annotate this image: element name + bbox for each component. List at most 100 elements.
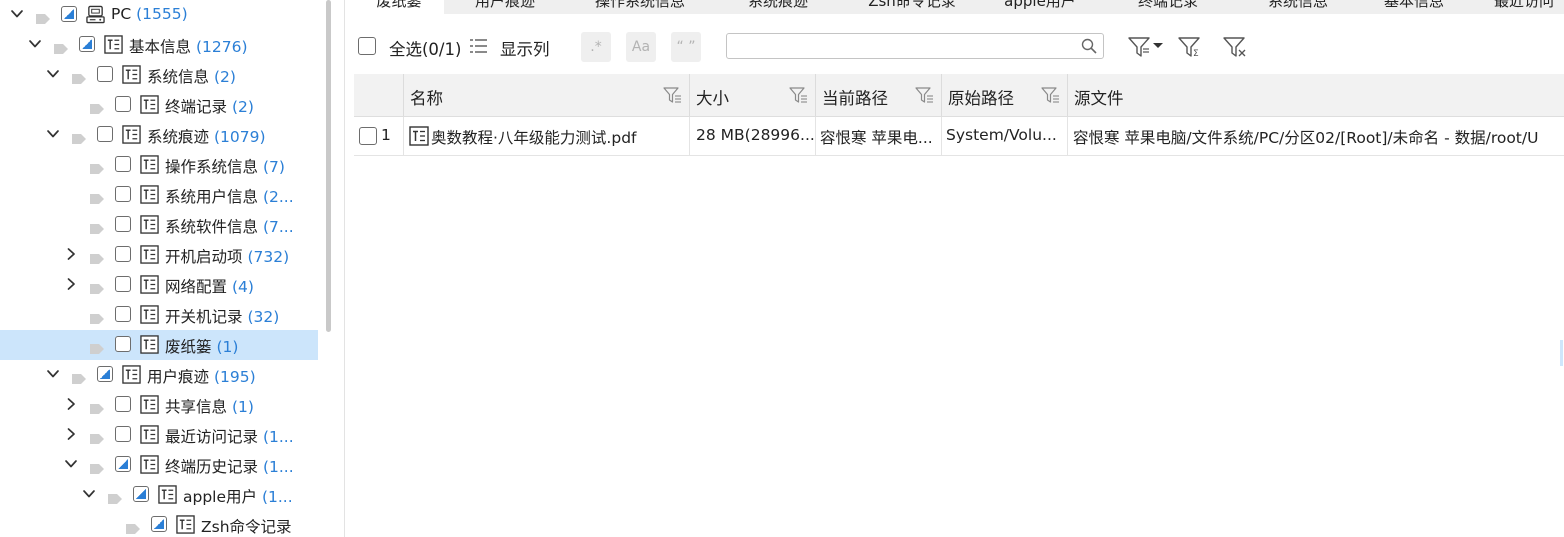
tree-item-count: (1)	[231, 398, 254, 416]
tree-checkbox[interactable]	[97, 366, 113, 382]
tab[interactable]: 终端记录	[1098, 0, 1238, 14]
tree-checkbox[interactable]	[115, 186, 131, 202]
tree-checkbox[interactable]	[115, 156, 131, 172]
tree-item[interactable]: Zsh命令记录	[0, 510, 318, 537]
flag-icon	[90, 280, 104, 294]
panel-edge-handle[interactable]	[1560, 340, 1563, 366]
row-index-cell[interactable]: 1	[354, 117, 404, 155]
chevron-down-icon[interactable]	[10, 7, 24, 21]
column-header-current-path[interactable]: 当前路径	[816, 74, 942, 116]
tree-item[interactable]: 终端记录 (2)	[0, 90, 318, 120]
select-all-label[interactable]: 全选(0/1)	[389, 36, 461, 60]
show-columns-label[interactable]: 显示列	[500, 36, 550, 60]
cell-original-path[interactable]: System/Volu...	[942, 117, 1068, 155]
tree-item[interactable]: 操作系统信息 (7)	[0, 150, 318, 180]
tree-checkbox[interactable]	[115, 276, 131, 292]
tree-item[interactable]: 系统信息 (2)	[0, 60, 318, 90]
tree-item[interactable]: 网络配置 (4)	[0, 270, 318, 300]
tree-item[interactable]: apple用户 (1...	[0, 480, 318, 510]
column-header-source-file[interactable]: 源文件	[1068, 74, 1564, 116]
tree-item-count: (4)	[231, 278, 254, 296]
flag-icon	[90, 190, 104, 204]
column-header-name[interactable]: 名称	[404, 74, 690, 116]
cell-name[interactable]: 奥数教程·八年级能力测试.pdf	[404, 117, 690, 155]
chevron-right-icon[interactable]	[64, 427, 78, 441]
tree-item[interactable]: 系统痕迹 (1079)	[0, 120, 318, 150]
tree-item[interactable]: 系统用户信息 (2...	[0, 180, 318, 210]
tree-checkbox[interactable]	[115, 246, 131, 262]
tree-checkbox[interactable]	[115, 96, 131, 112]
column-header-original-path[interactable]: 原始路径	[942, 74, 1068, 116]
tree-checkbox[interactable]	[115, 216, 131, 232]
tree-checkbox[interactable]	[115, 426, 131, 442]
chevron-down-icon[interactable]	[46, 367, 60, 381]
table-icon	[140, 245, 159, 264]
tab[interactable]: 用户痕迹	[448, 0, 562, 14]
tree-item-label: Zsh命令记录	[201, 515, 292, 537]
tree-checkbox[interactable]	[133, 486, 149, 502]
filter-clear-icon[interactable]	[1223, 36, 1249, 62]
tab[interactable]: 废纸篓	[354, 0, 444, 14]
tree-item-text: 用户痕迹	[147, 368, 210, 386]
cell-source-file[interactable]: 容恨寒 苹果电脑/文件系统/PC/分区02/[Root]/未命名 - 数据/ro…	[1068, 117, 1564, 155]
chevron-down-icon[interactable]	[82, 487, 96, 501]
match-case-button[interactable]: Aa	[626, 32, 656, 62]
tree-checkbox[interactable]	[97, 66, 113, 82]
tree-item[interactable]: 终端历史记录 (1...	[0, 450, 318, 480]
tree-item[interactable]: PC (1555)	[0, 0, 318, 30]
select-all-checkbox[interactable]	[358, 37, 376, 55]
filter-dropdown-icon[interactable]	[1128, 36, 1164, 62]
tab[interactable]: Zsh命令记录	[842, 0, 982, 14]
tab[interactable]: 系统痕迹	[718, 0, 838, 14]
table-row[interactable]: 1 奥数教程·八年级能力测试.pdf 28 MB(28996... 容恨寒 苹果…	[354, 117, 1564, 156]
flag-icon	[72, 370, 86, 384]
tree-checkbox[interactable]	[79, 36, 95, 52]
original-path: System/Volu...	[946, 126, 1057, 144]
column-header-size[interactable]: 大小	[690, 74, 816, 116]
chevron-right-icon[interactable]	[64, 247, 78, 261]
cell-current-path[interactable]: 容恨寒 苹果电...	[816, 117, 942, 155]
tree-checkbox[interactable]	[115, 306, 131, 322]
chevron-down-icon[interactable]	[46, 127, 60, 141]
column-filter-icon[interactable]	[663, 86, 683, 108]
tab[interactable]: 系统信息	[1242, 0, 1354, 14]
tree-item-text: 网络配置	[165, 278, 228, 296]
tab[interactable]: 最近访问	[1474, 0, 1564, 14]
filter-sum-icon[interactable]: Σ	[1178, 36, 1204, 62]
chevron-down-icon[interactable]	[64, 457, 78, 471]
chevron-down-icon[interactable]	[46, 67, 60, 81]
columns-icon[interactable]	[470, 38, 488, 58]
column-filter-icon[interactable]	[1041, 86, 1061, 108]
tree-item[interactable]: 用户痕迹 (195)	[0, 360, 318, 390]
search-icon[interactable]	[1081, 38, 1097, 58]
tree-checkbox[interactable]	[97, 126, 113, 142]
search-input[interactable]	[733, 35, 1077, 59]
chevron-down-icon[interactable]	[28, 37, 42, 51]
column-header-index[interactable]	[354, 74, 404, 116]
tree-checkbox[interactable]	[151, 516, 167, 532]
tree-item[interactable]: 最近访问记录 (1...	[0, 420, 318, 450]
tree-checkbox[interactable]	[61, 6, 77, 22]
row-checkbox[interactable]	[359, 127, 377, 145]
tree-checkbox[interactable]	[115, 396, 131, 412]
tree-checkbox[interactable]	[115, 456, 131, 472]
panel-divider[interactable]	[344, 0, 345, 537]
tab[interactable]: apple用户	[986, 0, 1094, 14]
regex-button[interactable]: .*	[581, 32, 611, 62]
tree-item[interactable]: 开机启动项 (732)	[0, 240, 318, 270]
tab[interactable]: 操作系统信息	[566, 0, 714, 14]
tree-item[interactable]: 开关机记录 (32)	[0, 300, 318, 330]
tree-item[interactable]: 基本信息 (1276)	[0, 30, 318, 60]
whole-word-button[interactable]: “ ”	[671, 32, 701, 62]
chevron-right-icon[interactable]	[64, 277, 78, 291]
tree-scrollbar[interactable]	[326, 0, 331, 332]
tree-item[interactable]: 系统软件信息 (7...	[0, 210, 318, 240]
tab[interactable]: 基本信息	[1358, 0, 1470, 14]
column-filter-icon[interactable]	[789, 86, 809, 108]
cell-size[interactable]: 28 MB(28996...	[690, 117, 816, 155]
column-filter-icon[interactable]	[915, 86, 935, 108]
tree-item[interactable]: 共享信息 (1)	[0, 390, 318, 420]
tree-checkbox[interactable]	[115, 336, 131, 352]
chevron-right-icon[interactable]	[64, 397, 78, 411]
tree-item[interactable]: 废纸篓 (1)	[0, 330, 318, 360]
